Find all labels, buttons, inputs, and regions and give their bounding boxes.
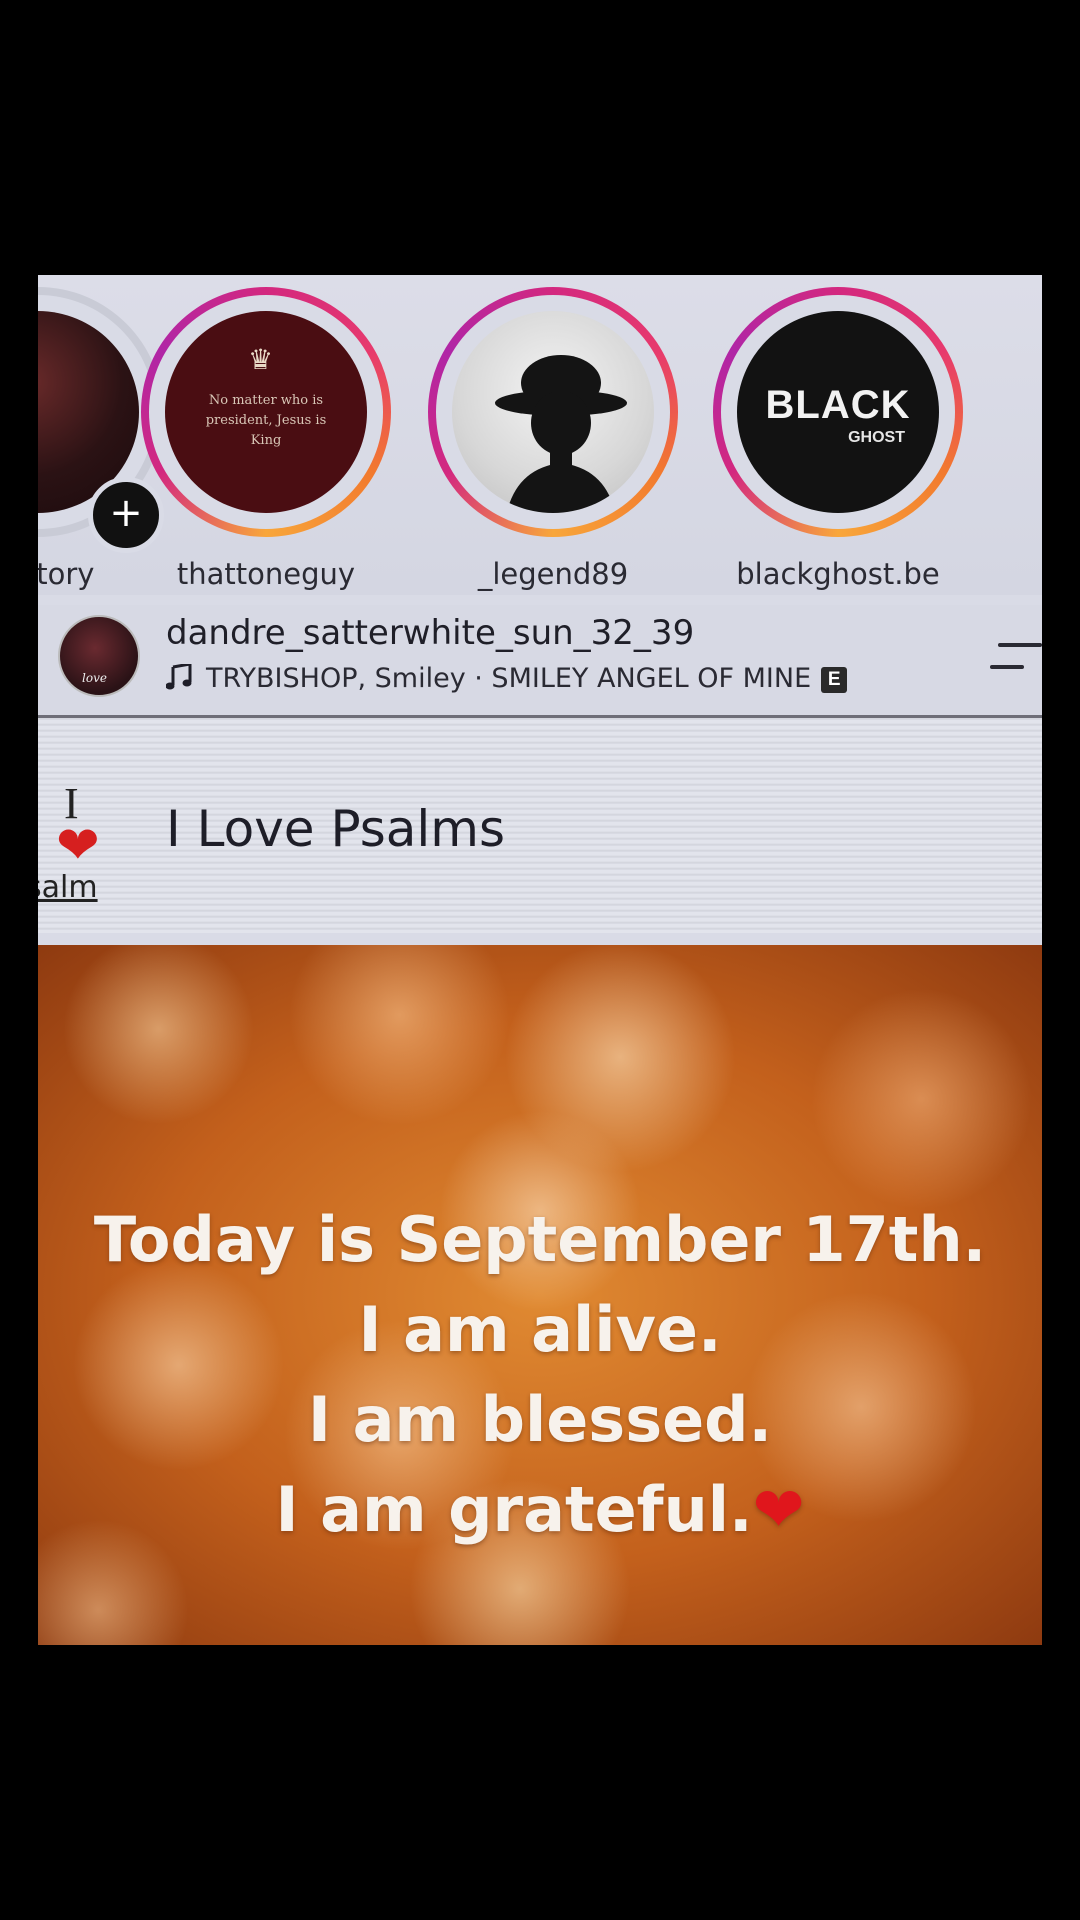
avatar-love-text: love	[82, 671, 107, 685]
grateful-text: I am grateful.	[275, 1473, 753, 1546]
story-ring: BLACK GHOST	[713, 287, 963, 537]
avatar	[452, 311, 654, 513]
explicit-badge: E	[821, 667, 848, 693]
ghost-logo-text: GHOST	[848, 429, 905, 446]
story-thattoneguy[interactable]: ♛ No matter who is president, Jesus is K…	[136, 287, 396, 591]
story-blackghost[interactable]: BLACK GHOST blackghost.be	[708, 287, 968, 591]
heart-icon: ❤	[56, 816, 100, 876]
story-username: blackghost.be	[736, 557, 940, 591]
psalm-logo: I ❤ salm	[38, 778, 148, 908]
avatar-quote-text: No matter who is president, Jesus is Kin…	[205, 393, 327, 448]
music-note-icon	[165, 662, 196, 694]
story-username: thattoneguy	[176, 557, 356, 591]
crown-icon: ♛	[248, 343, 274, 376]
psalm-banner: I ❤ salm I Love Psalms	[38, 718, 1042, 933]
post-music-link[interactable]: TRYBISHOP, Smiley · SMILEY ANGEL OF MINE…	[165, 662, 848, 694]
more-options-icon[interactable]	[990, 643, 1042, 673]
music-track-text: TRYBISHOP, Smiley · SMILEY ANGEL OF MINE	[206, 663, 812, 694]
instagram-screen: love + ur story ♛ No matter who is presi…	[38, 275, 1042, 1645]
story-legend89[interactable]: _legend89	[423, 287, 683, 591]
heart-emoji-icon: ❤	[752, 1473, 805, 1546]
image-text-line-3: I am blessed.	[307, 1383, 773, 1456]
story-ring: ♛ No matter who is president, Jesus is K…	[141, 287, 391, 537]
avatar: BLACK GHOST	[737, 311, 939, 513]
post-image[interactable]: Today is September 17th. I am alive. I a…	[38, 945, 1042, 1645]
story-username: _legend89	[477, 557, 629, 591]
banner-title: I Love Psalms	[166, 800, 506, 858]
post-image-text: Today is September 17th. I am alive. I a…	[38, 1195, 1042, 1555]
black-logo-text: BLACK	[765, 383, 911, 427]
post-username[interactable]: dandre_satterwhite_sun_32_39	[166, 613, 694, 653]
silhouette-icon	[495, 355, 627, 513]
story-ring	[428, 287, 678, 537]
logo-word: salm	[38, 870, 98, 905]
stories-row[interactable]: love + ur story ♛ No matter who is presi…	[38, 275, 1042, 595]
post-header: love dandre_satterwhite_sun_32_39 TRYBIS…	[38, 605, 1042, 718]
avatar: ♛ No matter who is president, Jesus is K…	[165, 311, 367, 513]
image-text-line-2: I am alive.	[358, 1293, 722, 1366]
photo-frame: love + ur story ♛ No matter who is presi…	[0, 0, 1080, 1920]
image-text-line-1: Today is September 17th.	[93, 1203, 987, 1276]
image-text-line-4: I am grateful.❤	[38, 1465, 1042, 1555]
post-author-avatar[interactable]: love	[58, 615, 140, 697]
